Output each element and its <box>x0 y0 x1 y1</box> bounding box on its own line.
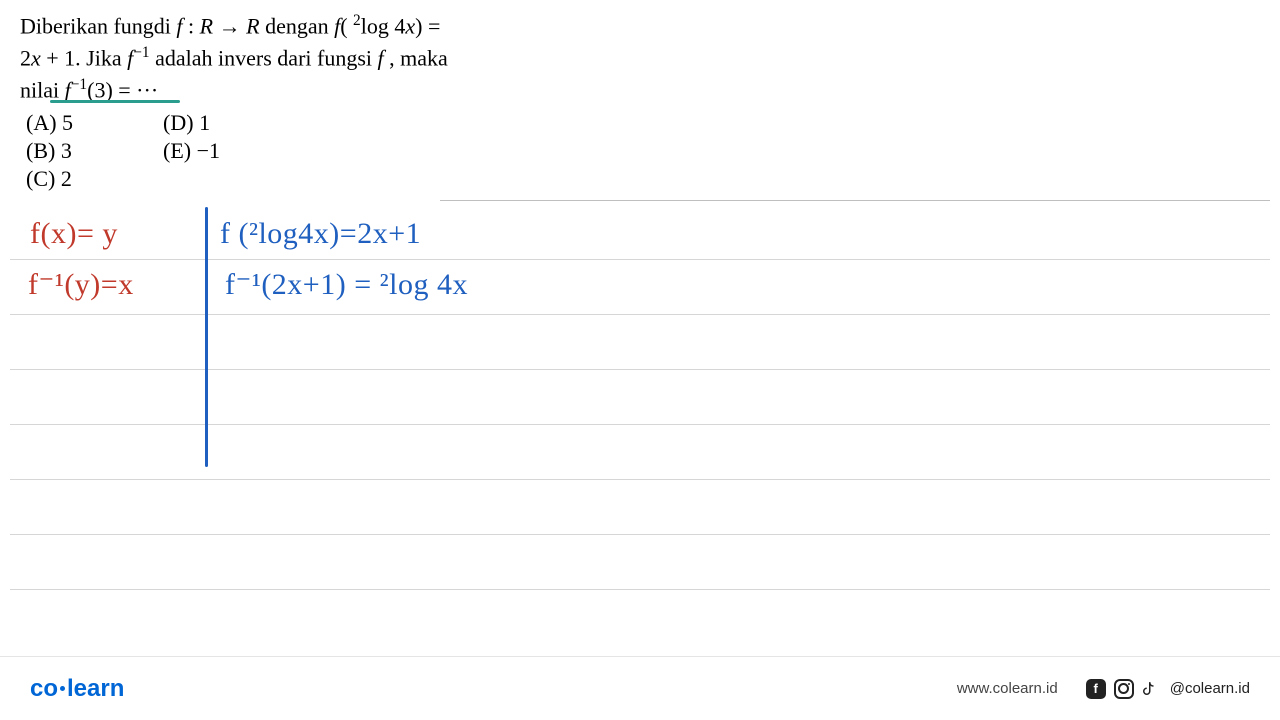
options-col-left: (A) 5 (B) 3 (C) 2 <box>26 110 73 192</box>
question-text: Diberikan fungdi f : R → R dengan f( 2lo… <box>0 0 1280 106</box>
answer-options: (A) 5 (B) 3 (C) 2 (D) 1 (E) −1 <box>0 106 1280 200</box>
question-line3: nilai f−1(3) = ··· <box>20 74 1260 106</box>
divider-line <box>440 200 1270 201</box>
ruled-line <box>10 369 1270 370</box>
vertical-separator <box>205 207 208 467</box>
brand-logo: colearn <box>30 675 124 703</box>
footer-bar: colearn www.colearn.id f @colearn.id <box>0 656 1280 720</box>
logo-part2: learn <box>67 675 124 702</box>
ruled-line <box>10 424 1270 425</box>
notebook-area: f(x)= y f⁻¹(y)=x f (²log4x)=2x+1 f⁻¹(2x+… <box>0 209 1280 639</box>
social-handle: @colearn.id <box>1170 680 1250 697</box>
question-line2: 2x + 1. Jika f−1 adalah invers dari fung… <box>20 42 1260 74</box>
ruled-line <box>10 534 1270 535</box>
tiktok-icon <box>1142 679 1162 699</box>
handwriting-fx: f(x)= y <box>30 217 118 251</box>
question-line1: Diberikan fungdi f : R → R dengan f( 2lo… <box>20 10 1260 42</box>
option-c: (C) 2 <box>26 166 73 192</box>
footer-url: www.colearn.id <box>957 680 1058 697</box>
option-b: (B) 3 <box>26 138 73 164</box>
instagram-icon <box>1114 679 1134 699</box>
facebook-icon: f <box>1086 679 1106 699</box>
ruled-line <box>10 259 1270 260</box>
option-a: (A) 5 <box>26 110 73 136</box>
handwriting-eq2: f⁻¹(2x+1) = ²log 4x <box>225 267 468 302</box>
logo-part1: co <box>30 675 58 702</box>
ruled-line <box>10 589 1270 590</box>
ruled-line <box>10 314 1270 315</box>
handwriting-eq1: f (²log4x)=2x+1 <box>220 217 421 251</box>
option-e: (E) −1 <box>163 138 220 164</box>
underline-highlight <box>50 100 180 103</box>
ruled-line <box>10 479 1270 480</box>
options-col-right: (D) 1 (E) −1 <box>163 110 220 192</box>
option-d: (D) 1 <box>163 110 220 136</box>
logo-dot-icon <box>60 686 65 691</box>
handwriting-finv: f⁻¹(y)=x <box>28 267 134 302</box>
social-links: f @colearn.id <box>1086 679 1250 699</box>
